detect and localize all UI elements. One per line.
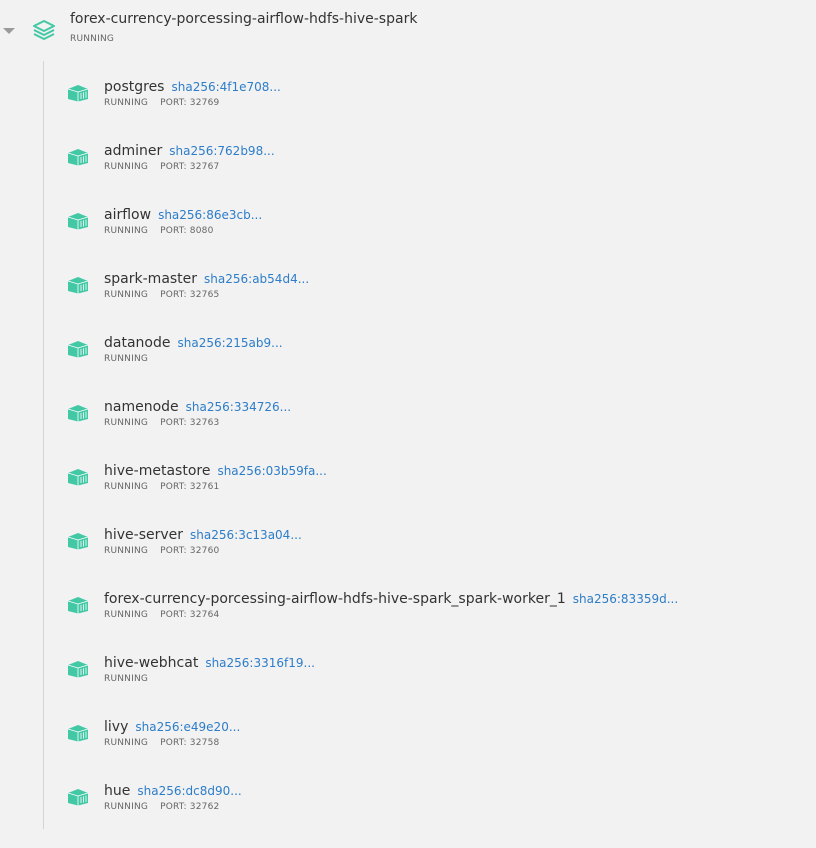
- caret-down-icon[interactable]: [3, 28, 15, 34]
- container-port: PORT: 32760: [160, 546, 220, 556]
- container-row[interactable]: adminer sha256:762b98... RUNNING PORT: 327…: [0, 134, 816, 198]
- container-row[interactable]: livy sha256:e49e20... RUNNING PORT: 32758: [0, 710, 816, 774]
- container-row[interactable]: datanode sha256:215ab9... RUNNING: [0, 326, 816, 390]
- container-port: PORT: 32758: [160, 738, 220, 748]
- container-status: RUNNING: [104, 354, 149, 364]
- container-status: RUNNING: [104, 674, 149, 684]
- container-image-hash[interactable]: sha256:86e3cb...: [158, 208, 262, 222]
- container-port: PORT: 32763: [160, 418, 220, 428]
- container-image-hash[interactable]: sha256:215ab9...: [177, 336, 282, 350]
- container-row[interactable]: hive-metastore sha256:03b59fa... RUNNING P…: [0, 454, 816, 518]
- stack-name[interactable]: forex-currency-porcessing-airflow-hdfs-h…: [70, 11, 417, 27]
- container-name[interactable]: forex-currency-porcessing-airflow-hdfs-h…: [104, 591, 566, 607]
- container-status: RUNNING: [104, 546, 149, 556]
- container-row[interactable]: hive-server sha256:3c13a04... RUNNING PORT…: [0, 518, 816, 582]
- container-name[interactable]: adminer: [104, 143, 162, 159]
- container-icon: [67, 341, 89, 358]
- container-status: RUNNING: [104, 802, 149, 812]
- container-row[interactable]: postgres sha256:4f1e708... RUNNING PORT: 3…: [0, 70, 816, 134]
- container-name[interactable]: livy: [104, 719, 128, 735]
- container-name[interactable]: airflow: [104, 207, 151, 223]
- container-port: PORT: 32767: [160, 162, 220, 172]
- container-row[interactable]: hive-webhcat sha256:3316f19... RUNNING: [0, 646, 816, 710]
- container-icon: [67, 149, 89, 166]
- container-icon: [67, 85, 89, 102]
- container-name[interactable]: hue: [104, 783, 130, 799]
- container-row[interactable]: hue sha256:dc8d90... RUNNING PORT: 32762: [0, 774, 816, 838]
- container-icon: [67, 533, 89, 550]
- container-icon: [67, 405, 89, 422]
- container-image-hash[interactable]: sha256:03b59fa...: [217, 464, 326, 478]
- container-port: PORT: 32765: [160, 290, 220, 300]
- container-image-hash[interactable]: sha256:dc8d90...: [137, 784, 241, 798]
- container-icon: [67, 277, 89, 294]
- stack-status: RUNNING: [70, 34, 115, 44]
- container-image-hash[interactable]: sha256:334726...: [186, 400, 291, 414]
- container-name[interactable]: datanode: [104, 335, 170, 351]
- container-icon: [67, 789, 89, 806]
- container-row[interactable]: airflow sha256:86e3cb... RUNNING PORT: 808…: [0, 198, 816, 262]
- layers-icon: [33, 20, 55, 40]
- container-port: PORT: 32761: [160, 482, 220, 492]
- container-status: RUNNING: [104, 98, 149, 108]
- container-list-panel: forex-currency-porcessing-airflow-hdfs-h…: [0, 0, 816, 848]
- container-status: RUNNING: [104, 226, 149, 236]
- container-image-hash[interactable]: sha256:3c13a04...: [190, 528, 302, 542]
- container-status: RUNNING: [104, 162, 149, 172]
- container-status: RUNNING: [104, 482, 149, 492]
- container-name[interactable]: hive-webhcat: [104, 655, 198, 671]
- container-image-hash[interactable]: sha256:3316f19...: [205, 656, 315, 670]
- container-name[interactable]: namenode: [104, 399, 179, 415]
- container-row[interactable]: namenode sha256:334726... RUNNING PORT: 32…: [0, 390, 816, 454]
- container-status: RUNNING: [104, 610, 149, 620]
- container-status: RUNNING: [104, 418, 149, 428]
- container-image-hash[interactable]: sha256:83359d...: [573, 592, 678, 606]
- container-icon: [67, 469, 89, 486]
- container-name[interactable]: hive-metastore: [104, 463, 210, 479]
- container-port: PORT: 32762: [160, 802, 220, 812]
- container-image-hash[interactable]: sha256:ab54d4...: [204, 272, 309, 286]
- container-icon: [67, 725, 89, 742]
- container-row[interactable]: spark-master sha256:ab54d4... RUNNING PORT…: [0, 262, 816, 326]
- container-status: RUNNING: [104, 290, 149, 300]
- container-icon: [67, 597, 89, 614]
- container-name[interactable]: spark-master: [104, 271, 197, 287]
- container-image-hash[interactable]: sha256:762b98...: [169, 144, 274, 158]
- container-icon: [67, 661, 89, 678]
- container-port: PORT: 8080: [160, 226, 214, 236]
- container-icon: [67, 213, 89, 230]
- container-port: PORT: 32764: [160, 610, 220, 620]
- container-name[interactable]: hive-server: [104, 527, 183, 543]
- container-name[interactable]: postgres: [104, 79, 164, 95]
- container-image-hash[interactable]: sha256:4f1e708...: [171, 80, 280, 94]
- container-status: RUNNING: [104, 738, 149, 748]
- container-list: postgres sha256:4f1e708... RUNNING PORT: 3…: [0, 70, 816, 838]
- container-port: PORT: 32769: [160, 98, 220, 108]
- container-image-hash[interactable]: sha256:e49e20...: [135, 720, 240, 734]
- container-row[interactable]: forex-currency-porcessing-airflow-hdfs-h…: [0, 582, 816, 646]
